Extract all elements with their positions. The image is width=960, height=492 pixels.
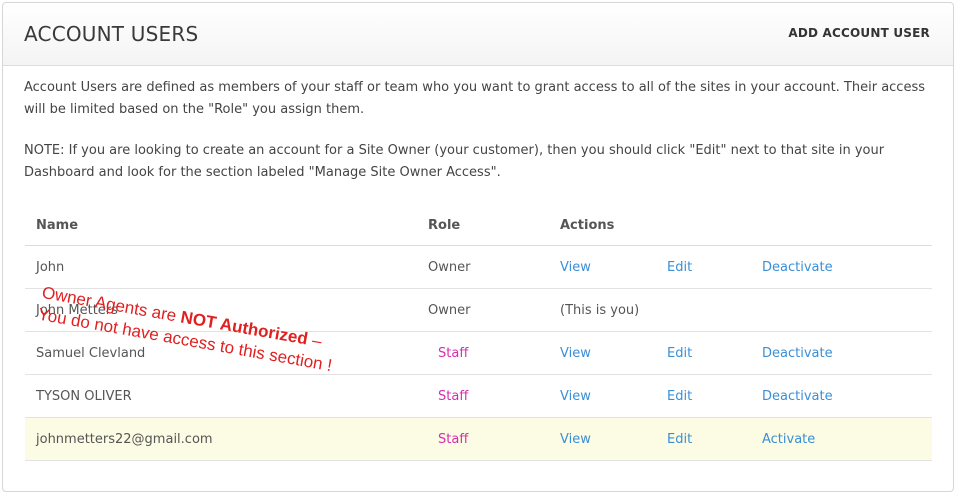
user-role: Staff [438, 431, 469, 447]
page-title: ACCOUNT USERS [24, 22, 199, 46]
note-text: NOTE: If you are looking to create an ac… [24, 143, 885, 180]
user-role: Staff [438, 345, 469, 361]
activate-link[interactable]: Activate [762, 432, 815, 447]
column-header-actions: Actions [560, 205, 932, 246]
edit-link[interactable]: Edit [667, 260, 692, 275]
deactivate-link[interactable]: Deactivate [762, 389, 833, 404]
view-link[interactable]: View [560, 389, 591, 404]
table-header-row: Name Role Actions [25, 205, 932, 246]
table-row: Samuel Clevland Staff View Edit Deactiva… [25, 331, 932, 375]
edit-link[interactable]: Edit [667, 346, 692, 361]
user-role: Owner [428, 288, 560, 332]
deactivate-link[interactable]: Deactivate [762, 346, 833, 361]
user-name: John Metters [25, 288, 428, 332]
table-row: TYSON OLIVER Staff View Edit Deactivate [25, 374, 932, 418]
table-row-highlighted: johnmetters22@gmail.com Staff View Edit … [25, 417, 932, 461]
edit-link[interactable]: Edit [667, 432, 692, 447]
view-link[interactable]: View [560, 346, 591, 361]
user-name: TYSON OLIVER [25, 374, 428, 418]
view-link[interactable]: View [560, 432, 591, 447]
user-role: Staff [438, 388, 469, 404]
view-link[interactable]: View [560, 260, 591, 275]
user-role: Owner [428, 245, 560, 289]
account-users-panel: ACCOUNT USERS ADD ACCOUNT USER Account U… [2, 2, 954, 492]
user-name: Samuel Clevland [25, 331, 428, 375]
deactivate-link[interactable]: Deactivate [762, 260, 833, 275]
user-name: John [25, 245, 428, 289]
user-name: johnmetters22@gmail.com [25, 417, 428, 461]
panel-header: ACCOUNT USERS ADD ACCOUNT USER [3, 3, 953, 66]
self-note: (This is you) [560, 288, 932, 332]
add-account-user-button[interactable]: ADD ACCOUNT USER [788, 26, 930, 40]
column-header-name: Name [25, 205, 428, 246]
intro-text: Account Users are defined as members of … [24, 80, 925, 117]
column-header-role: Role [428, 205, 560, 246]
table-row: John Owner View Edit Deactivate [25, 245, 932, 289]
users-table: Name Role Actions John Owner View Edit D… [25, 205, 932, 461]
edit-link[interactable]: Edit [667, 389, 692, 404]
table-row: John Metters Owner (This is you) [25, 288, 932, 332]
